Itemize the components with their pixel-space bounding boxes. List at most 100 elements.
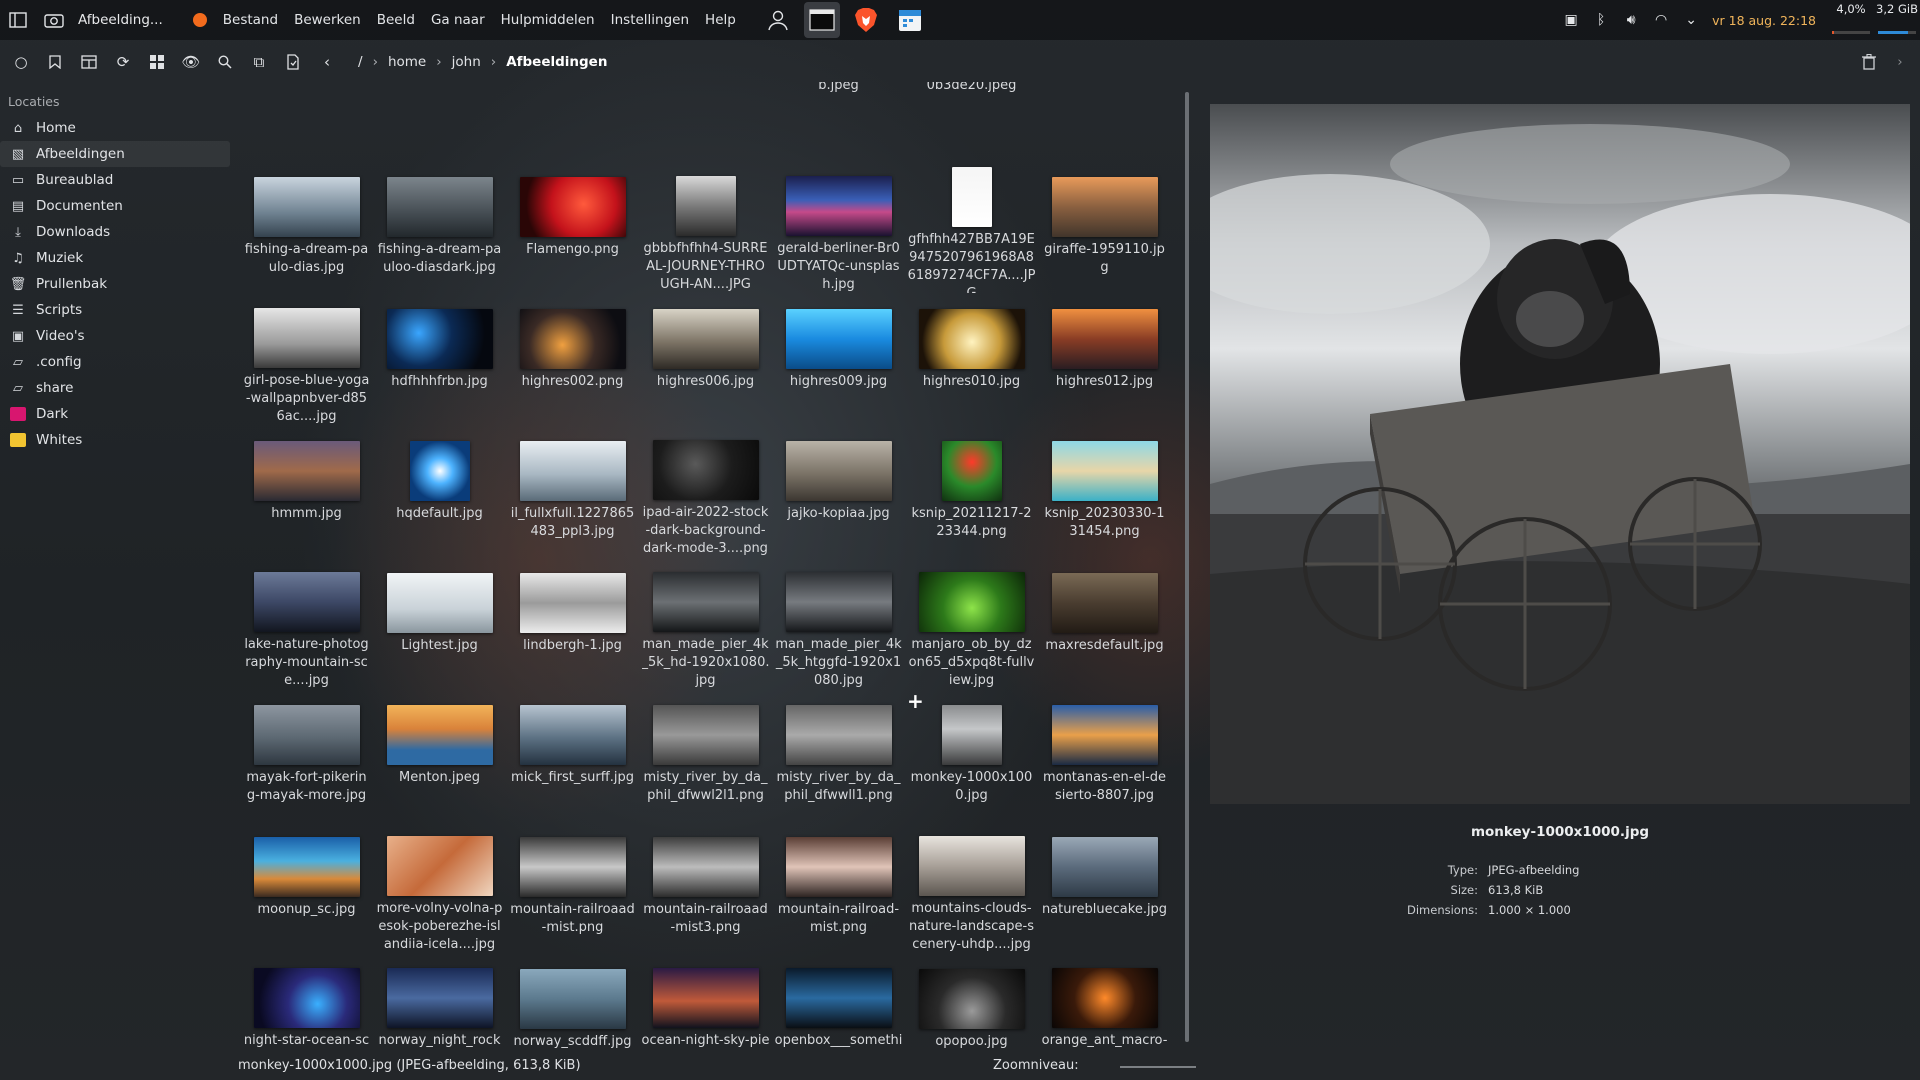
menu-beeld[interactable]: Beeld xyxy=(369,0,423,40)
search-icon[interactable] xyxy=(208,44,242,80)
file-item[interactable]: misty_river_by_da_phil_dfwwl2l1.png xyxy=(639,689,772,821)
menu-help[interactable]: Help xyxy=(697,0,744,40)
file-item[interactable]: norway_night_rocks_snow_sea_2048x1152.jp… xyxy=(373,953,506,1048)
file-item[interactable]: girl-pose-blue-yoga-wallpapnbver-d856ac.… xyxy=(240,293,373,425)
file-item[interactable]: man_made_pier_4k_5k_htggfd-1920x1080.jpg xyxy=(772,557,905,689)
file-item[interactable]: moonup_sc.jpg xyxy=(240,821,373,953)
file-item[interactable]: gfhfhh427BB7A19E9475207961968A861897274C… xyxy=(905,161,1038,293)
sidebar-item-prullenbak[interactable]: 🗑︎ Prullenbak xyxy=(0,271,230,297)
sidebar-item-home[interactable]: ⌂ Home xyxy=(0,115,230,141)
file-item[interactable]: E9jKyKBWEAE9gdM.png xyxy=(240,82,373,161)
sidebar-item-whites[interactable]: Whites xyxy=(0,427,230,453)
file-item[interactable]: featured_one_mammalia.jpg xyxy=(639,82,772,161)
file-item[interactable]: mountain-railroaad-mist.png xyxy=(506,821,639,953)
file-item[interactable]: mayak-fort-pikering-mayak-more.jpg xyxy=(240,689,373,821)
file-item[interactable]: openbox___something_by_dzon65_dsvd....pn… xyxy=(772,953,905,1048)
file-item[interactable]: fishing-a-dream-paulo-dias.jpg xyxy=(240,161,373,293)
file-item[interactable]: misty_river_by_da_phil_dfwwll1.png xyxy=(772,689,905,821)
file-item[interactable]: Lightest.jpg xyxy=(373,557,506,689)
memory-meter[interactable]: 3,2 GiB xyxy=(1874,0,1920,40)
network-icon[interactable]: ◠ xyxy=(1646,12,1676,28)
menu-bewerken[interactable]: Bewerken xyxy=(286,0,369,40)
sidebar-item-afbeeldingen[interactable]: ▧ Afbeeldingen xyxy=(0,141,230,167)
breadcrumb-root[interactable]: / xyxy=(358,54,363,70)
file-item[interactable]: montanas-en-el-desierto-8807.jpg xyxy=(1038,689,1171,821)
file-item[interactable]: Menton.jpeg xyxy=(373,689,506,821)
zoom-slider[interactable] xyxy=(1120,1066,1196,1068)
file-item[interactable]: il_fullxfull.1227865483_ppl3.jpg xyxy=(506,425,639,557)
file-item[interactable]: highres010.jpg xyxy=(905,293,1038,425)
delete-icon[interactable] xyxy=(1852,44,1886,80)
file-item[interactable]: norway_scddff.jpg xyxy=(506,953,639,1048)
volume-icon[interactable]: 🔊︎ xyxy=(1616,12,1646,28)
cpu-meter[interactable]: 4,0% xyxy=(1828,0,1874,40)
scrollbar-handle[interactable] xyxy=(1185,92,1189,1042)
terminal-task-icon[interactable] xyxy=(803,2,840,38)
bookmark-icon[interactable] xyxy=(38,44,72,80)
sidebar-item-downloads[interactable]: ⤓ Downloads xyxy=(0,219,230,245)
reload-icon[interactable]: ⟳ xyxy=(106,44,140,80)
breadcrumb-current[interactable]: Afbeeldingen xyxy=(506,54,607,70)
calendar-app-icon[interactable] xyxy=(892,2,928,38)
file-item[interactable]: highres009.jpg xyxy=(772,293,905,425)
sidebar-item-documenten[interactable]: ▤ Documenten xyxy=(0,193,230,219)
icon-view-icon[interactable] xyxy=(140,44,174,80)
clipboard-icon[interactable]: ▣ xyxy=(1556,12,1586,28)
file-item[interactable]: ipad-air-2022-stock-dark-background-dark… xyxy=(639,425,772,557)
menu-instellingen[interactable]: Instellingen xyxy=(603,0,697,40)
file-item[interactable]: highres002.png xyxy=(506,293,639,425)
file-item[interactable]: giraffe-1959110.jpg xyxy=(1038,161,1171,293)
file-item[interactable]: orange_ant_macro-wallpaper-1920x1080.jpg xyxy=(1038,953,1171,1048)
file-item[interactable]: lake-nature-photography-mountain-sce....… xyxy=(240,557,373,689)
file-item[interactable]: jajko-kopiaa.jpg xyxy=(772,425,905,557)
file-item[interactable]: Flamengo.png xyxy=(506,161,639,293)
file-item[interactable]: fishing-a-dream-pauloo-diasdark.jpg xyxy=(373,161,506,293)
file-item[interactable]: hdfhhhfrbn.jpg xyxy=(373,293,506,425)
split-view-icon[interactable] xyxy=(72,44,106,80)
sidebar-item-muziek[interactable]: ♫ Muziek xyxy=(0,245,230,271)
file-item[interactable]: mountains-clouds-nature-landscape-scener… xyxy=(905,821,1038,953)
sidebar-item-bureaublad[interactable]: ▭ Bureaublad xyxy=(0,167,230,193)
file-item[interactable]: mick_first_surff.jpg xyxy=(506,689,639,821)
user-icon[interactable] xyxy=(760,2,796,38)
select-plus-icon[interactable]: + xyxy=(907,689,924,713)
sidebar-item-video-s[interactable]: ▣ Video's xyxy=(0,323,230,349)
file-item[interactable]: gbbbfhfhh4-SURREAL-JOURNEY-THROUGH-AN...… xyxy=(639,161,772,293)
file-item[interactable]: night-star-ocean-scenery-milky-way-south… xyxy=(240,953,373,1048)
breadcrumb-home[interactable]: home xyxy=(388,54,426,70)
file-item[interactable]: opopoo.jpg xyxy=(905,953,1038,1048)
screenshot-icon[interactable] xyxy=(36,0,72,40)
bluetooth-icon[interactable]: ᛒ xyxy=(1586,12,1616,28)
file-item[interactable]: ocean-night-sky-pier-bridge-scenery-uhdp… xyxy=(639,953,772,1048)
menu-ga-naar[interactable]: Ga naar xyxy=(423,0,493,40)
file-item[interactable]: lindbergh-1.jpg xyxy=(506,557,639,689)
file-item[interactable]: gerald-berliner-Br0UDTYATQc-unsplash.jpg xyxy=(772,161,905,293)
file-item[interactable]: hmmm.jpg xyxy=(240,425,373,557)
breadcrumb-john[interactable]: john xyxy=(452,54,481,70)
clock[interactable]: vr 18 aug. 22:18 xyxy=(1712,13,1816,28)
eye-icon[interactable]: 👁︎ xyxy=(174,44,208,80)
sidebar-item-dark[interactable]: Dark xyxy=(0,401,230,427)
file-grid-scrollbar[interactable] xyxy=(1185,92,1189,1042)
sidebar-item-scripts[interactable]: ☰ Scripts xyxy=(0,297,230,323)
file-item[interactable]: naturebluecake.jpg xyxy=(1038,821,1171,953)
forward-icon[interactable]: › xyxy=(1888,44,1912,80)
menu-hulpmiddelen[interactable]: Hulpmiddelen xyxy=(493,0,603,40)
file-item[interactable]: highres006.jpg xyxy=(639,293,772,425)
file-grid-view[interactable]: E9jKyKBWEAE9gdM.pngEmile Friant les amou… xyxy=(240,82,1180,1048)
file-item[interactable]: Emile Friant les amoureux.jpg xyxy=(373,82,506,161)
file-item[interactable]: maxresdefault.jpg xyxy=(1038,557,1171,689)
sidebar-item-share[interactable]: ▱ share xyxy=(0,375,230,401)
export-icon[interactable] xyxy=(276,44,310,80)
file-item[interactable]: highres012.jpg xyxy=(1038,293,1171,425)
file-item[interactable]: mountain-railroad-mist.png xyxy=(772,821,905,953)
file-item[interactable]: ksnip_20211217-223344.png xyxy=(905,425,1038,557)
file-item[interactable]: man_made_pier_4k_5k_hd-1920x1080.jpg xyxy=(639,557,772,689)
file-item[interactable]: + monkey-1000x1000.jpg xyxy=(905,689,1038,821)
app-launcher-icon[interactable] xyxy=(0,0,36,40)
circle-icon[interactable]: ○ xyxy=(4,44,38,80)
file-item[interactable]: mountain-railroaad-mist3.png xyxy=(639,821,772,953)
menu-bestand[interactable]: Bestand xyxy=(215,0,286,40)
file-item[interactable]: manjaro_ob_by_dzon65_d5xpq8t-fullview.jp… xyxy=(905,557,1038,689)
chevron-down-icon[interactable]: ⌄ xyxy=(1676,12,1706,28)
